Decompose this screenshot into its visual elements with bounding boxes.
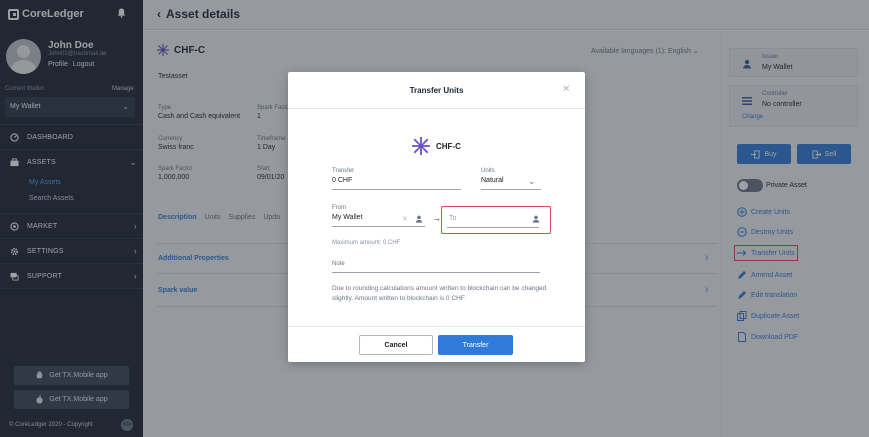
input-underline [447,227,539,228]
units-value: Natural [481,177,504,184]
dialog-asset-code: CHF-C [436,142,461,151]
chevron-down-icon[interactable]: ⌄ [528,176,536,187]
from-wallet-field[interactable]: From My Wallet [332,205,362,221]
cancel-button[interactable]: Cancel [359,335,433,355]
close-icon[interactable]: ✕ [562,84,570,95]
units-label: Units [481,168,495,174]
to-recipient-input[interactable]: To [449,215,456,222]
input-underline [332,272,540,273]
rounding-note: Due to rounding calculations amount writ… [332,285,547,302]
transfer-amount-value: 0 CHF [332,177,353,184]
arrow-right-icon: → [432,213,441,223]
asset-icon [412,137,430,155]
clear-icon[interactable]: ✕ [402,215,408,223]
dialog-title: Transfer Units [409,86,464,95]
note-input[interactable]: Note [332,261,345,267]
dialog-divider [288,326,585,327]
input-underline [332,189,461,190]
maximum-amount-hint: Maximum amount: 0 CHF [332,240,401,246]
from-label: From [332,205,346,211]
transfer-button[interactable]: Transfer [438,335,513,355]
transfer-amount-field[interactable]: Transfer 0 CHF [332,168,354,184]
input-underline [332,226,425,227]
user-icon[interactable] [532,215,540,223]
transfer-units-dialog: Transfer Units ✕ CHF-C Transfer 0 CHF Un… [288,72,585,362]
from-wallet-value: My Wallet [332,214,363,221]
transfer-label: Transfer [332,168,355,174]
dialog-divider [288,108,585,109]
input-underline [481,189,541,190]
units-select[interactable]: Units Natural [481,168,504,184]
user-icon[interactable] [415,215,423,223]
